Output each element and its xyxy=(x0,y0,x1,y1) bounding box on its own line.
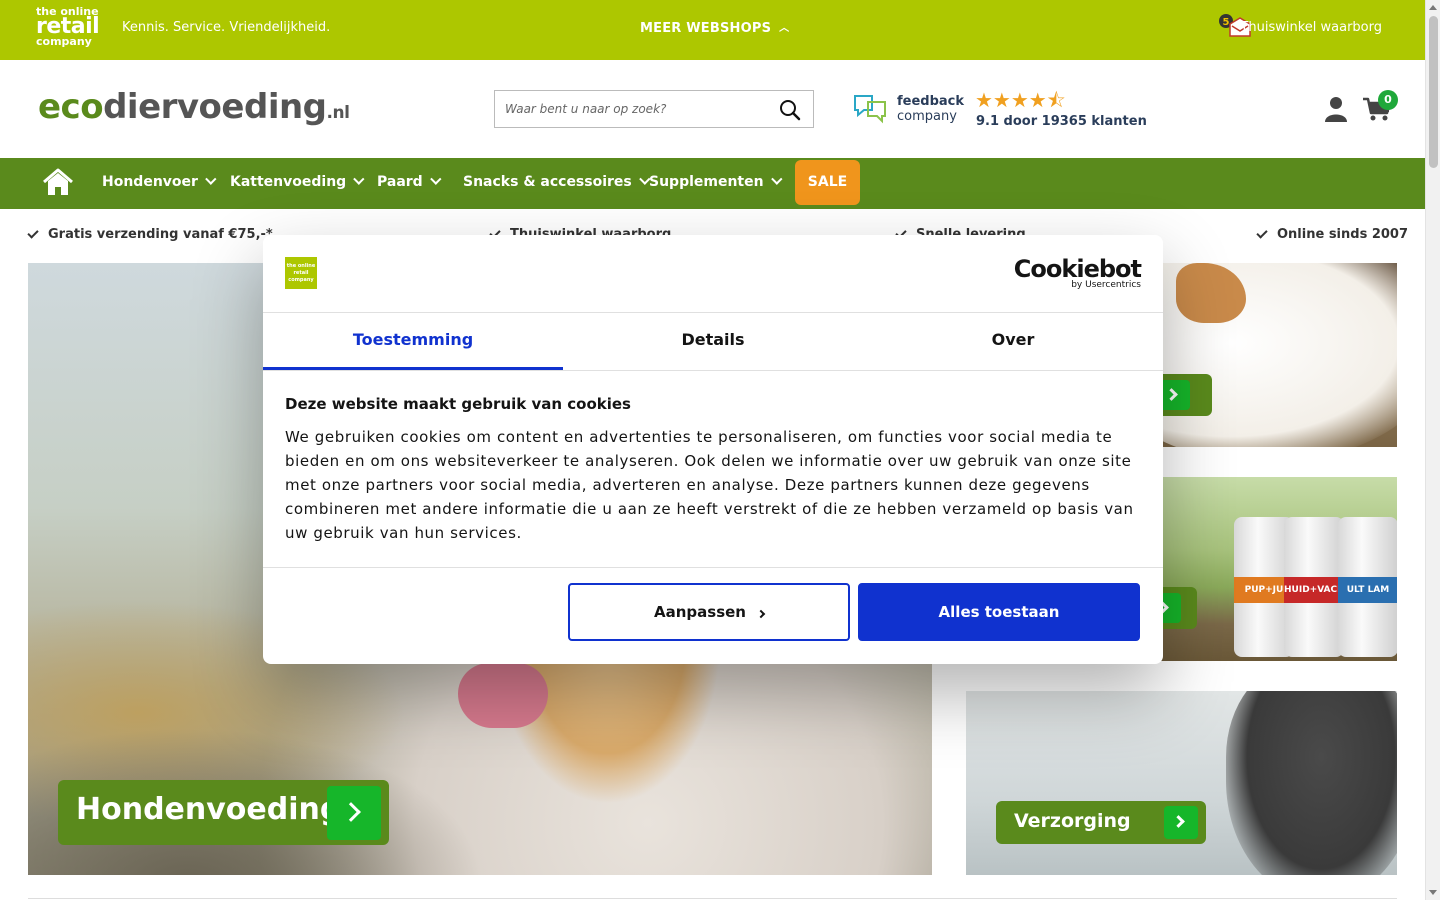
checkmark-icon xyxy=(27,227,39,239)
hondenvoeding-label: Hondenvoeding xyxy=(76,792,342,827)
chevron-down-icon xyxy=(429,173,442,185)
dog-tongue-image xyxy=(458,663,548,728)
search-box xyxy=(494,90,814,128)
feedback-company-badge[interactable]: feedback company xyxy=(852,90,964,126)
tab-details[interactable]: Details xyxy=(563,313,863,370)
chevron-right-icon xyxy=(1164,806,1198,839)
chevron-right-icon xyxy=(756,609,766,619)
can-image: HUID+VACHT xyxy=(1284,517,1351,657)
nav-item-paard[interactable]: Paard xyxy=(377,173,442,190)
nav-label: Supplementen xyxy=(649,174,764,190)
cookie-consent-dialog: the online retail company Cookiebot by U… xyxy=(263,235,1163,664)
verzorging-button[interactable]: Verzorging xyxy=(996,801,1206,844)
main-nav: Hondenvoer Kattenvoeding Paard Snacks & … xyxy=(0,158,1425,209)
page-scrollbar[interactable] xyxy=(1425,0,1440,900)
sale-button[interactable]: SALE xyxy=(795,160,860,205)
svg-text:5: 5 xyxy=(1223,17,1230,28)
nav-label: Paard xyxy=(377,174,423,190)
can-image: ULT LAM xyxy=(1338,517,1397,657)
logo-eco: eco xyxy=(38,87,104,127)
nav-label: Snacks & accessoires xyxy=(463,174,632,190)
more-webshops-toggle[interactable]: MEER WEBSHOPS ︿ xyxy=(640,20,789,36)
allow-all-button[interactable]: Alles toestaan xyxy=(858,583,1140,641)
nav-label: Hondenvoer xyxy=(102,174,198,190)
logo-tld: .nl xyxy=(326,103,350,123)
user-account-icon[interactable] xyxy=(1324,96,1348,122)
chevron-down-icon xyxy=(770,173,783,185)
more-webshops-label: MEER WEBSHOPS xyxy=(640,21,772,36)
usp-online-since: Online sinds 2007 xyxy=(1256,227,1409,242)
company-label: company xyxy=(897,109,957,124)
nav-item-snacks-accessoires[interactable]: Snacks & accessoires xyxy=(463,173,651,190)
feedback-label: feedback xyxy=(897,94,965,109)
care-tile[interactable]: Verzorging xyxy=(966,691,1397,875)
can-label: HUID+VACHT xyxy=(1284,577,1351,603)
chevron-right-icon xyxy=(327,786,381,840)
usp-text: Online sinds 2007 xyxy=(1277,227,1409,242)
chevron-down-icon xyxy=(205,173,217,185)
chevron-up-icon: ︿ xyxy=(779,23,790,34)
feedback-bubbles-icon xyxy=(854,95,886,124)
site-logo[interactable]: ecodiervoeding.nl xyxy=(38,87,350,127)
top-bar: the online retail company Kennis. Servic… xyxy=(0,0,1425,60)
search-input[interactable] xyxy=(495,91,765,127)
scroll-up-arrow-icon[interactable] xyxy=(1429,5,1437,10)
usp-free-shipping: Gratis verzending vanaf €75,-* xyxy=(27,227,273,242)
cookie-dialog-body: We gebruiken cookies om content en adver… xyxy=(285,428,1134,542)
checkmark-icon xyxy=(1256,227,1268,239)
chevron-down-icon xyxy=(353,173,365,185)
nav-item-supplementen[interactable]: Supplementen xyxy=(649,173,783,190)
cookiebot-logo[interactable]: Cookiebot by Usercentrics xyxy=(1013,255,1142,290)
home-icon[interactable] xyxy=(42,167,74,197)
nav-item-hondenvoer[interactable]: Hondenvoer xyxy=(102,173,217,190)
divider xyxy=(28,898,1397,899)
verzorging-label: Verzorging xyxy=(1014,810,1131,832)
rating-text[interactable]: 9.1 door 19365 klanten xyxy=(976,114,1147,129)
nav-item-kattenvoeding[interactable]: Kattenvoeding xyxy=(230,173,365,190)
customize-label: Aanpassen xyxy=(654,603,746,621)
online-retail-company-small-logo: the online retail company xyxy=(285,257,317,289)
scroll-down-arrow-icon[interactable] xyxy=(1429,890,1437,895)
customize-button[interactable]: Aanpassen xyxy=(568,583,850,641)
brand-line-3: company xyxy=(36,35,92,48)
can-label: ULT LAM xyxy=(1338,577,1397,603)
online-retail-company-logo[interactable]: the online retail company xyxy=(36,6,100,47)
scrollbar-thumb[interactable] xyxy=(1429,16,1438,168)
dog-paw-image xyxy=(1226,691,1397,875)
tab-toestemming[interactable]: Toestemming xyxy=(263,313,563,370)
divider xyxy=(263,370,1163,371)
tab-over[interactable]: Over xyxy=(863,313,1163,370)
cookiebot-name: Cookiebot xyxy=(1013,255,1142,283)
waarborg-link[interactable]: Thuiswinkel waarborg xyxy=(1240,20,1382,35)
usp-text: Gratis verzending vanaf €75,-* xyxy=(48,227,273,242)
nav-label: Kattenvoeding xyxy=(230,174,347,190)
cookie-dialog-title: Deze website maakt gebruik van cookies xyxy=(285,395,631,413)
hondenvoeding-button[interactable]: Hondenvoeding xyxy=(58,780,389,845)
tagline: Kennis. Service. Vriendelijkheid. xyxy=(122,20,331,35)
site-header: ecodiervoeding.nl feedback company ★★★★⯪… xyxy=(0,60,1425,158)
logo-rest: diervoeding xyxy=(103,87,327,127)
divider xyxy=(263,567,1163,568)
cart-count-badge: 0 xyxy=(1378,90,1398,110)
search-icon[interactable] xyxy=(779,99,801,121)
